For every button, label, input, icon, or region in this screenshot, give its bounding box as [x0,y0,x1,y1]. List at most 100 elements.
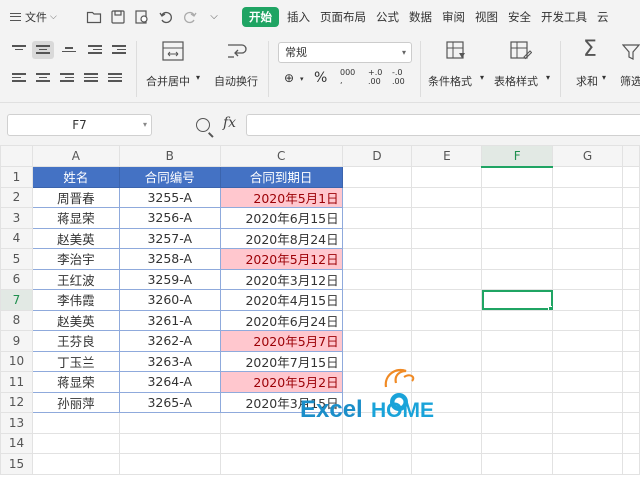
cell[interactable] [31,412,120,434]
align-top-icon[interactable] [12,45,26,55]
cell[interactable] [341,268,413,290]
cell[interactable] [481,166,554,188]
cell[interactable] [481,268,554,290]
column-header-d[interactable]: D [341,145,413,167]
cell[interactable] [118,412,221,434]
cell[interactable] [341,432,413,454]
cell[interactable] [411,289,483,311]
cell[interactable] [621,289,640,311]
formula-input[interactable] [246,114,640,136]
cell[interactable] [411,186,483,208]
cell[interactable] [621,371,640,393]
select-all-corner[interactable] [0,145,33,167]
row-header[interactable]: 15 [0,453,33,475]
name-cell[interactable]: 丁玉兰 [31,350,120,372]
contract-id-cell[interactable]: 3263-A [118,350,221,372]
cell[interactable] [341,248,413,270]
cell[interactable] [118,453,221,475]
cell[interactable] [219,432,343,454]
tab-formulas[interactable]: 公式 [371,7,404,27]
active-cell-f7[interactable] [481,289,554,311]
cell[interactable] [481,391,554,413]
cell[interactable] [552,268,623,290]
cell[interactable] [552,248,623,270]
chevron-down-icon[interactable]: ▾ [546,73,550,82]
row-header[interactable]: 11 [0,371,33,393]
row-header[interactable]: 7 [0,289,33,311]
merge-center-icon[interactable] [162,41,184,64]
row-header[interactable]: 14 [0,432,33,454]
name-cell[interactable]: 李伟霞 [31,289,120,311]
align-bottom-icon[interactable] [62,47,76,57]
cell[interactable] [481,330,554,352]
name-box[interactable]: F7 ▾ [7,114,152,136]
cell[interactable] [621,227,640,249]
cell[interactable] [481,432,554,454]
column-header-h[interactable] [621,145,640,167]
header-cell-name[interactable]: 姓名 [31,166,120,188]
contract-id-cell[interactable]: 3264-A [118,371,221,393]
cell[interactable] [552,330,623,352]
merge-center-label[interactable]: 合并居中 [146,73,190,89]
name-cell[interactable]: 王芬良 [31,330,120,352]
justify-icon[interactable] [84,73,98,83]
cell[interactable] [552,412,623,434]
cell[interactable] [481,412,554,434]
cell[interactable] [552,207,623,229]
align-middle-button[interactable] [32,41,54,59]
name-cell[interactable]: 孙丽萍 [31,391,120,413]
column-header-a[interactable]: A [31,145,120,167]
contract-id-cell[interactable]: 3257-A [118,227,221,249]
contract-id-cell[interactable]: 3256-A [118,207,221,229]
row-header[interactable]: 5 [0,248,33,270]
redo-icon[interactable] [182,9,198,25]
header-cell-contract-id[interactable]: 合同编号 [118,166,221,188]
cell[interactable] [621,309,640,331]
contract-id-cell[interactable]: 3262-A [118,330,221,352]
cell[interactable] [552,391,623,413]
tab-developer[interactable]: 开发工具 [536,7,592,27]
currency-icon[interactable]: ⊕ [284,71,294,85]
cell[interactable] [31,453,120,475]
cell[interactable] [481,227,554,249]
column-header-e[interactable]: E [411,145,483,167]
number-format-select[interactable]: 常规 ▾ [278,42,412,63]
filter-icon[interactable] [621,43,640,64]
cell[interactable] [219,453,343,475]
name-cell[interactable]: 蒋显荣 [31,207,120,229]
wrap-text-label[interactable]: 自动换行 [214,73,258,89]
cell[interactable] [621,412,640,434]
cell[interactable] [621,330,640,352]
contract-id-cell[interactable]: 3258-A [118,248,221,270]
cell[interactable] [411,330,483,352]
header-cell-expiry-date[interactable]: 合同到期日 [219,166,343,188]
cell[interactable] [341,166,413,188]
cell[interactable] [481,186,554,208]
row-header[interactable]: 9 [0,330,33,352]
tab-review[interactable]: 审阅 [437,7,470,27]
row-header[interactable]: 8 [0,309,33,331]
fx-icon[interactable]: fx [223,115,236,131]
cell[interactable] [481,453,554,475]
cell[interactable] [552,453,623,475]
cell[interactable] [552,350,623,372]
cell[interactable] [411,309,483,331]
more-chevron-icon[interactable]: ⌵ [206,9,222,25]
cell[interactable] [411,432,483,454]
decrease-decimal-icon[interactable]: -.0.00 [392,68,405,86]
expiry-date-cell[interactable]: 2020年5月1日 [219,186,343,208]
thousands-separator-icon[interactable]: 000, [340,69,355,85]
cell[interactable] [552,309,623,331]
undo-icon[interactable] [158,9,174,25]
cell[interactable] [621,166,640,188]
chevron-down-icon[interactable]: ▾ [480,73,484,82]
conditional-format-icon[interactable] [446,41,468,64]
wrap-text-icon[interactable] [226,41,248,64]
table-style-icon[interactable] [510,41,533,64]
cell[interactable] [341,453,413,475]
row-header[interactable]: 12 [0,391,33,413]
cell[interactable] [621,432,640,454]
sum-icon[interactable]: Σ [583,37,597,62]
name-cell[interactable]: 王红波 [31,268,120,290]
cell[interactable] [118,432,221,454]
